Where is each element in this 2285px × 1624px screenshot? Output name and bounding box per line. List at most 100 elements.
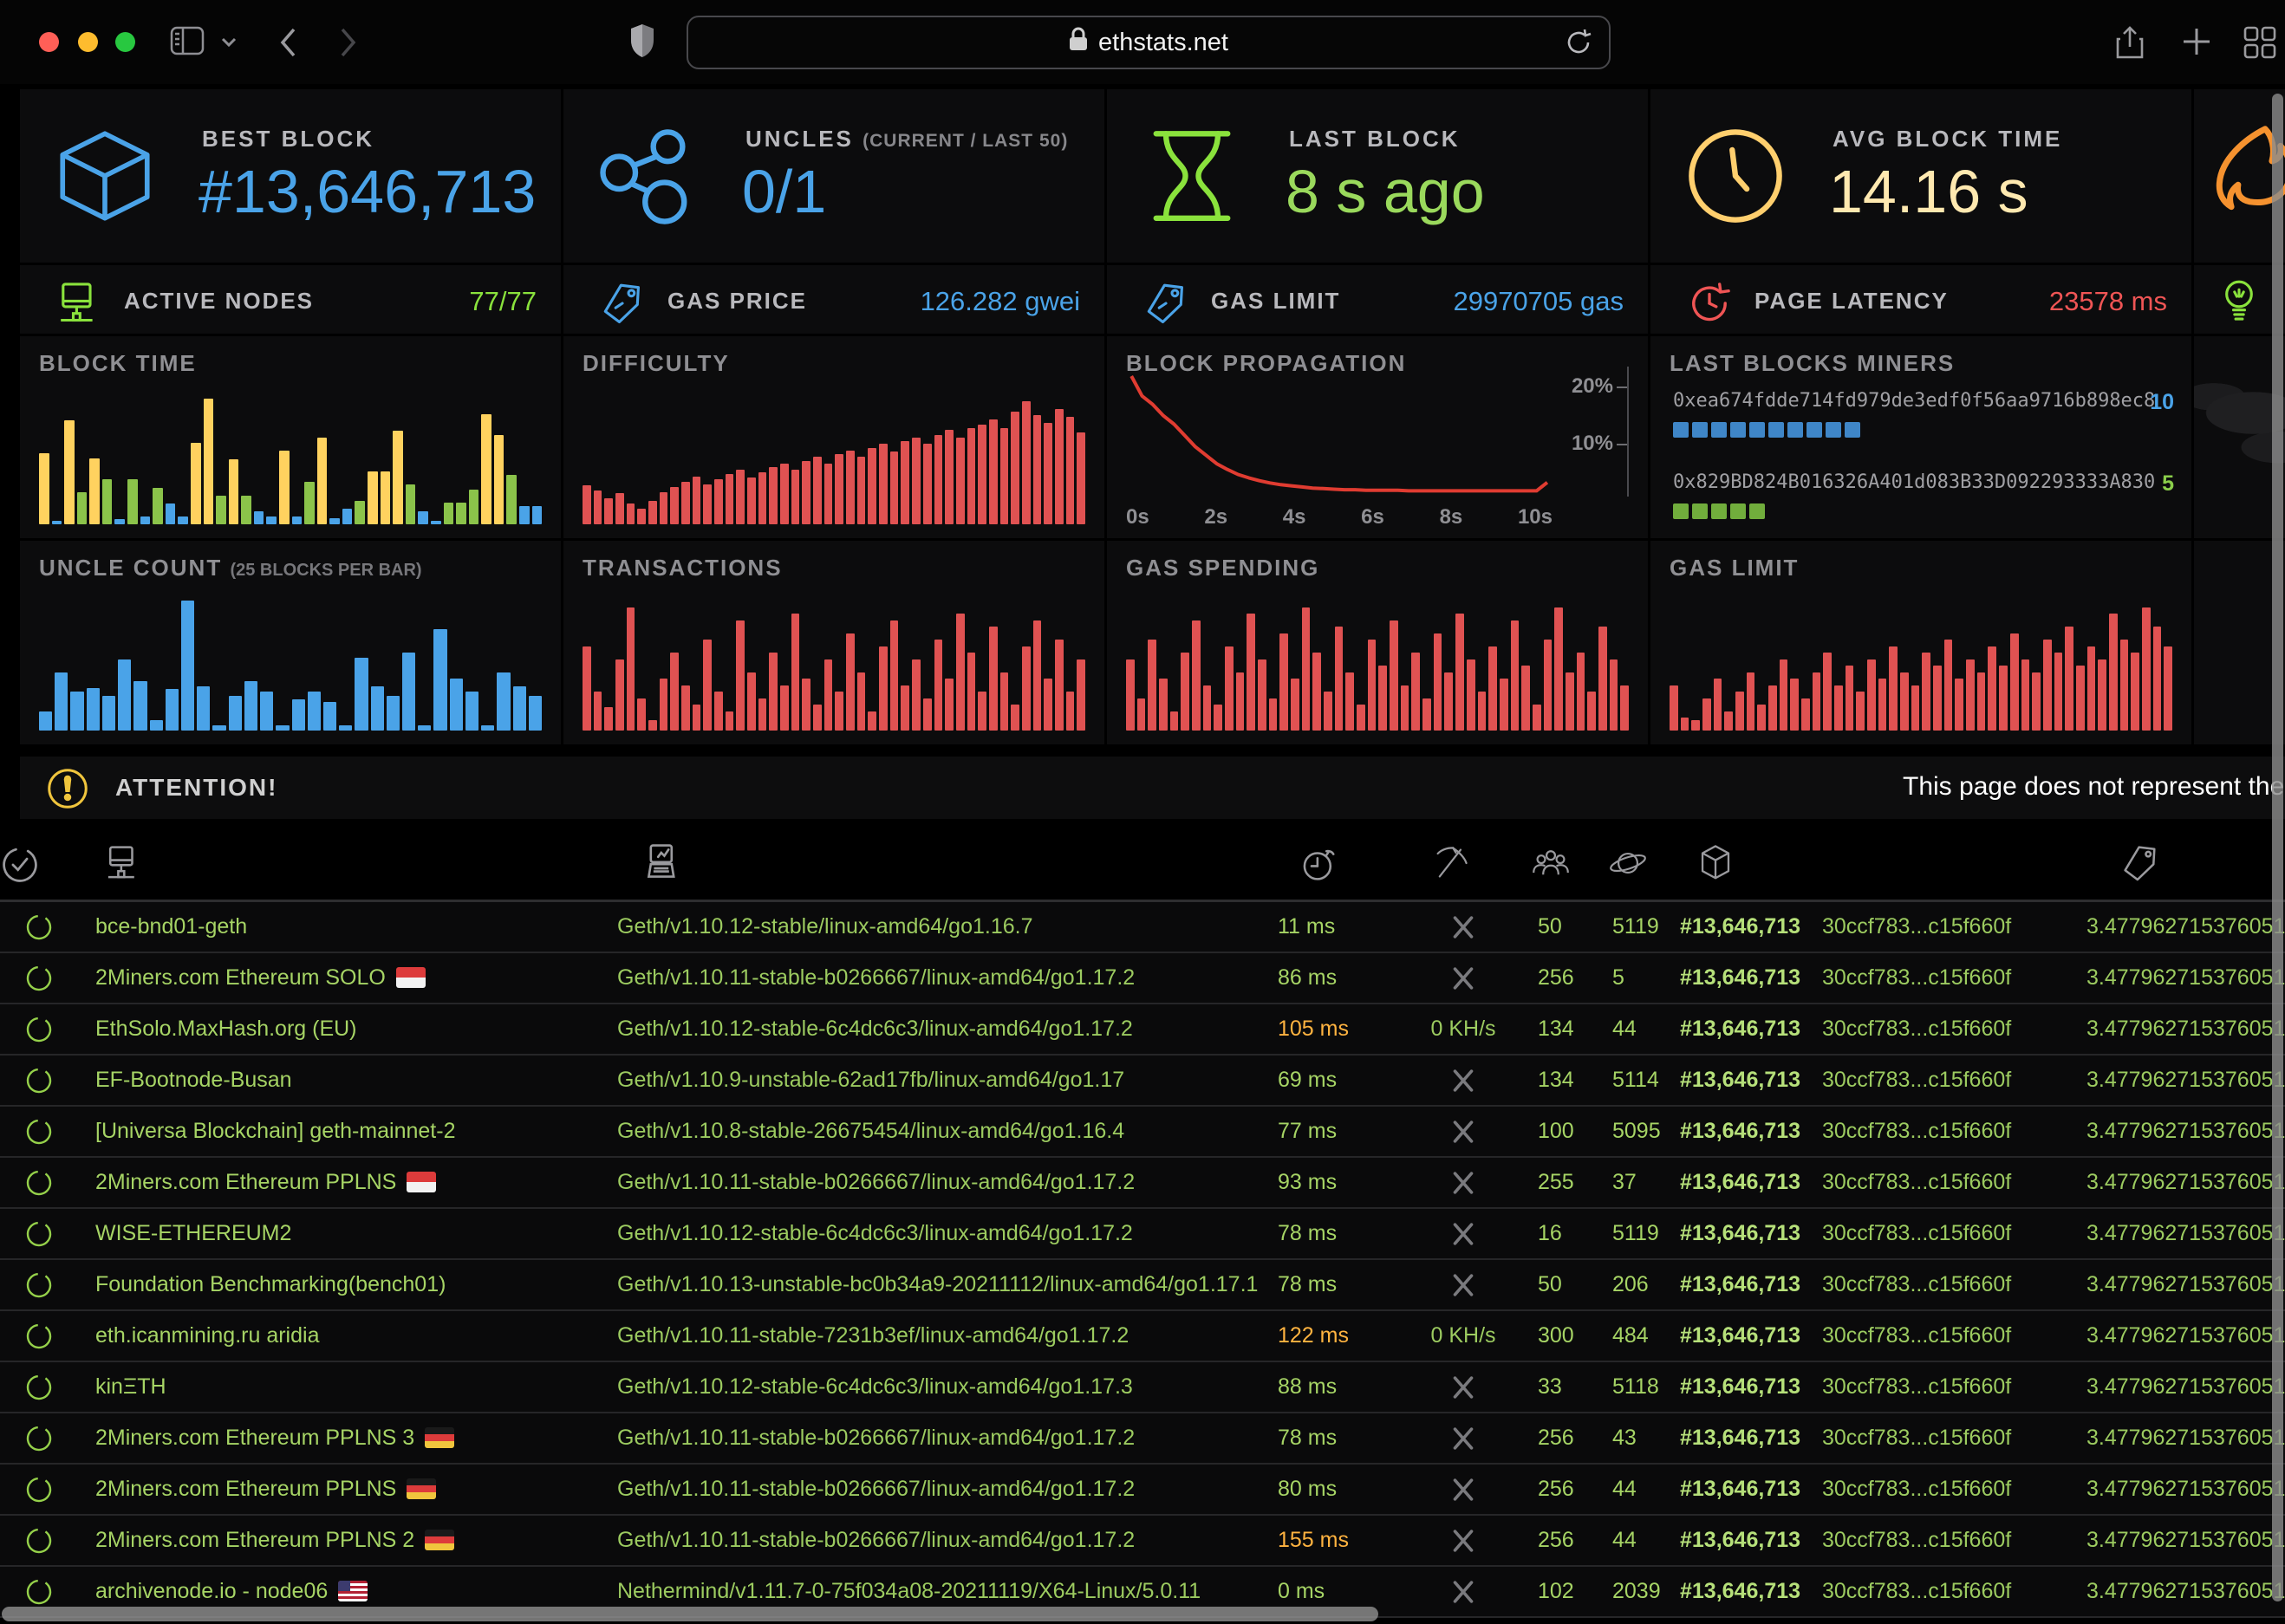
node-block-hash: 30ccf783...c15f660f [1812,1170,2072,1195]
difficulty-tag-icon [2072,843,2160,887]
miner-block-squares [1673,503,2174,519]
node-pending: 206 [1595,1272,1673,1297]
reload-button[interactable] [1564,27,1593,65]
horizontal-scrollbar[interactable] [2,1607,1378,1621]
gauge-icon [1683,124,1787,232]
node-block: #13,646,713 [1673,1426,1812,1451]
minimize-window-button[interactable] [78,32,98,52]
chart-title: BLOCK TIME [39,350,197,377]
node-block-hash: 30ccf783...c15f660f [1812,1374,2072,1400]
node-status-icon [0,1015,78,1044]
node-status-icon [0,1373,78,1402]
node-client-version: Geth/v1.10.11-stable-b0266667/linux-amd6… [607,1477,1266,1502]
table-header [0,830,2285,902]
node-peers: 33 [1500,1374,1595,1400]
node-client-version: Geth/v1.10.11-stable-7231b3ef/linux-amd6… [607,1323,1266,1348]
node-status-icon [0,964,78,993]
transactions-bars [583,601,1085,731]
stat-label: GAS PRICE [667,288,807,315]
node-block: #13,646,713 [1673,1323,1812,1348]
attention-bar: ATTENTION! This page does not represent … [20,757,2285,819]
chart-title: TRANSACTIONS [583,555,783,581]
address-bar[interactable]: ethstats.net [687,16,1611,69]
y-tick-10: 10% [1572,432,1613,456]
flag-icon-us [338,1581,368,1601]
stat-gas-price: GAS PRICE 126.282 gwei [563,265,1104,334]
node-client-version: Geth/v1.10.11-stable-b0266667/linux-amd6… [607,965,1266,991]
node-block: #13,646,713 [1673,1221,1812,1246]
node-name: [Universa Blockchain] geth-mainnet-2 [78,1119,607,1144]
forward-button[interactable] [338,26,359,63]
table-row: EthSolo.MaxHash.org (EU)Geth/v1.10.12-st… [0,1004,2285,1056]
sidebar-toggle-icon[interactable] [170,26,205,60]
stat-page-latency: PAGE LATENCY 23578 ms [1650,265,2191,334]
table-row: 2Miners.com Ethereum SOLOGeth/v1.10.11-s… [0,953,2285,1004]
privacy-shield-icon[interactable] [628,23,656,63]
node-latency: 78 ms [1266,1221,1396,1246]
new-tab-button[interactable] [2181,26,2212,62]
node-latency: 155 ms [1266,1528,1396,1553]
node-mining [1396,1068,1500,1094]
latency-clock-icon [1687,281,1732,330]
node-client-version: Geth/v1.10.11-stable-b0266667/linux-amd6… [607,1426,1266,1451]
node-latency: 11 ms [1266,914,1396,939]
node-peers: 134 [1500,1068,1595,1093]
node-block: #13,646,713 [1673,914,1812,939]
node-peers: 256 [1500,1528,1595,1553]
close-window-button[interactable] [39,32,59,52]
chart-block-time: BLOCK TIME [20,336,561,538]
table-row: bce-bnd01-gethGeth/v1.10.12-stable/linux… [0,902,2285,953]
back-button[interactable] [277,26,298,63]
node-name: Foundation Benchmarking(bench01) [78,1272,607,1297]
difficulty-bars [583,394,1085,524]
last-block-value: 8 s ago [1286,157,1485,226]
stat-gas-limit: GAS LIMIT 29970705 gas [1107,265,1648,334]
chart-title: UNCLE COUNT (25 BLOCKS PER BAR) [39,555,422,581]
flag-icon-de [425,1530,454,1550]
node-mining: 0 KH/s [1396,1017,1500,1042]
page-latency-value: 23578 ms [2049,286,2167,317]
node-name: kinΞTH [78,1374,607,1400]
node-peers: 50 [1500,1272,1595,1297]
node-pending: 5118 [1595,1374,1673,1400]
node-total-difficulty: 3.477962715376051e+2 [2072,1119,2285,1144]
chart-transactions: TRANSACTIONS [563,541,1104,744]
node-peers: 50 [1500,914,1595,939]
zoom-window-button[interactable] [115,32,135,52]
stat-label: GAS LIMIT [1211,288,1340,315]
vertical-scrollbar[interactable] [2272,94,2283,1601]
card-avg-block-time: AVG BLOCK TIME 14.16 s [1650,89,2191,263]
node-block: #13,646,713 [1673,965,1812,991]
gas-limit-value: 29970705 gas [1453,286,1624,317]
chart-gas-spending: GAS SPENDING [1107,541,1648,744]
lock-icon [1069,27,1088,58]
node-name: 2Miners.com Ethereum PPLNS [78,1477,607,1502]
node-block: #13,646,713 [1673,1579,1812,1604]
node-peers: 102 [1500,1579,1595,1604]
node-status-icon [0,1526,78,1556]
node-client-version: Geth/v1.10.12-stable-6c4dc6c3/linux-amd6… [607,1221,1266,1246]
active-nodes-value: 77/77 [469,286,537,317]
node-status-icon [0,1168,78,1198]
node-latency: 122 ms [1266,1323,1396,1348]
chevron-down-icon[interactable] [220,36,238,53]
node-client-version: Geth/v1.10.11-stable-b0266667/linux-amd6… [607,1528,1266,1553]
node-pending: 44 [1595,1017,1673,1042]
miner-address: 0x829BD824B016326A401d083B33D092293333A8… [1673,471,2155,493]
node-block: #13,646,713 [1673,1272,1812,1297]
block-time-bars [39,394,542,524]
chart-title: DIFFICULTY [583,350,730,377]
node-mining [1396,1579,1500,1605]
node-client-version: Geth/v1.10.11-stable-b0266667/linux-amd6… [607,1170,1266,1195]
share-icon[interactable] [2115,26,2145,65]
node-total-difficulty: 3.477962715376051e+2 [2072,1170,2285,1195]
miner-block-count: 5 [2162,471,2174,497]
miner-entry: 0x829BD824B016326A401d083B33D092293333A8… [1673,471,2174,519]
node-block-hash: 30ccf783...c15f660f [1812,1477,2072,1502]
node-status-icon [0,1270,78,1300]
card-label: UNCLES (CURRENT / LAST 50) [745,126,1068,153]
hourglass-icon [1140,124,1244,232]
node-mining [1396,1374,1500,1400]
tab-overview-button[interactable] [2243,26,2276,63]
node-block: #13,646,713 [1673,1477,1812,1502]
